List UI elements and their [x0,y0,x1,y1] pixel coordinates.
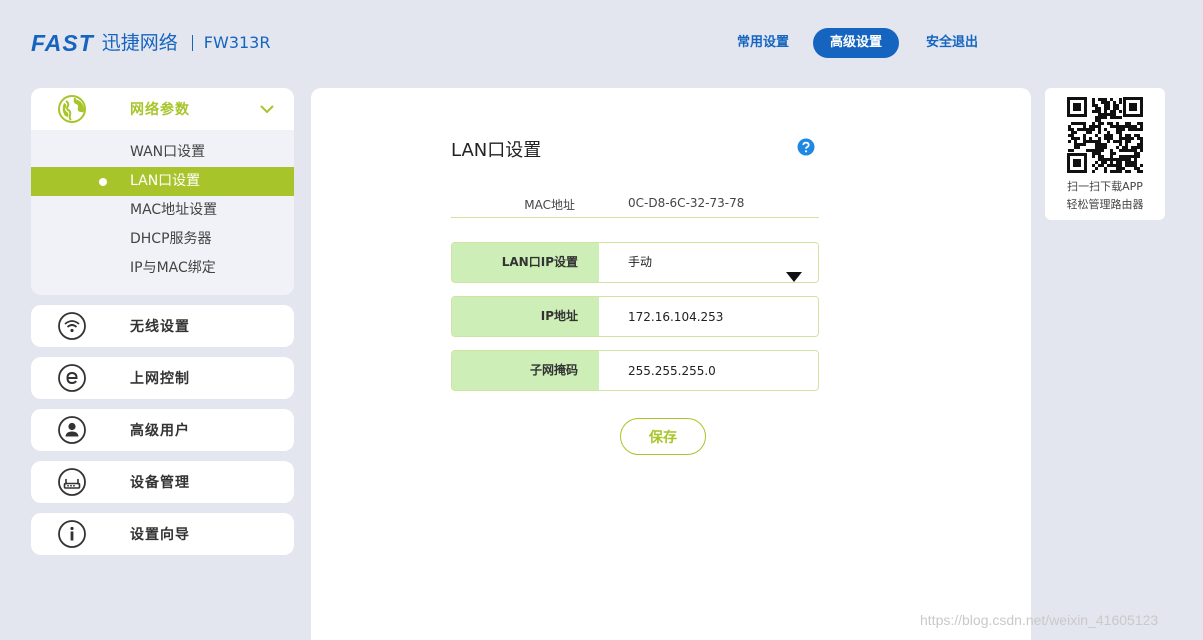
menu-wireless[interactable]: 无线设置 [31,305,294,347]
menu-device-management-label: 设备管理 [130,475,190,491]
subnet-mask-input[interactable] [628,351,808,390]
lan-ip-mode-select[interactable]: 手动 [599,243,818,282]
globe-icon [57,94,87,124]
subnet-mask-label: 子网掩码 [452,351,599,390]
lan-ip-mode-row: LAN口IP设置 手动 [451,242,819,283]
help-icon[interactable] [797,138,815,156]
nav-logout[interactable]: 安全退出 [909,28,995,58]
menu-setup-wizard-label: 设置向导 [130,527,190,543]
submenu-ip-mac-binding[interactable]: IP与MAC绑定 [31,254,294,283]
subnet-mask-cell [599,351,818,390]
ip-address-label: IP地址 [452,297,599,336]
menu-advanced-user-label: 高级用户 [130,423,190,439]
network-submenu: WAN口设置 LAN口设置 MAC地址设置 DHCP服务器 IP与MAC绑定 [31,130,294,295]
submenu-dhcp-server[interactable]: DHCP服务器 [31,225,294,254]
menu-network-params-header[interactable]: 网络参数 [31,88,294,130]
router-icon [57,467,87,497]
menu-network-params-label: 网络参数 [130,102,190,118]
save-button[interactable]: 保存 [620,418,706,455]
submenu-lan-settings[interactable]: LAN口设置 [31,167,294,196]
ip-address-input[interactable] [628,297,808,336]
qr-caption-line1: 扫一扫下载APP [1067,180,1143,193]
main-panel: LAN口设置 MAC地址 0C-D8-6C-32-73-78 LAN口IP设置 … [311,88,1031,640]
menu-advanced-user[interactable]: 高级用户 [31,409,294,451]
menu-internet-control-label: 上网控制 [130,371,190,387]
chevron-down-icon [260,101,274,115]
nav-common-settings[interactable]: 常用设置 [720,28,806,58]
nav-advanced-settings[interactable]: 高级设置 [813,28,900,58]
ip-address-cell [599,297,818,336]
menu-device-management[interactable]: 设备管理 [31,461,294,503]
logo-chinese-name: 迅捷网络 [101,32,178,54]
router-model: FW313R [203,33,271,52]
menu-wireless-header[interactable]: 无线设置 [31,305,294,347]
sidebar: 网络参数 WAN口设置 LAN口设置 MAC地址设置 DHCP服务器 IP与MA… [31,88,294,565]
mac-address-label: MAC地址 [524,198,575,212]
watermark: https://blog.csdn.net/weixin_41605123 [920,612,1159,628]
ip-address-row: IP地址 [451,296,819,337]
subnet-mask-row: 子网掩码 [451,350,819,391]
page-title: LAN口设置 [451,140,542,161]
info-icon [57,519,87,549]
submenu-wan-settings[interactable]: WAN口设置 [31,138,294,167]
qr-caption-line2: 轻松管理路由器 [1066,198,1144,211]
menu-internet-control-header[interactable]: 上网控制 [31,357,294,399]
menu-network-params: 网络参数 WAN口设置 LAN口设置 MAC地址设置 DHCP服务器 IP与MA… [31,88,294,295]
top-navigation: 常用设置 高级设置 安全退出 [720,28,1002,58]
browser-e-icon [57,363,87,393]
menu-advanced-user-header[interactable]: 高级用户 [31,409,294,451]
mac-address-value: 0C-D8-6C-32-73-78 [628,196,745,210]
logo-fast-text: FAST [31,30,94,56]
wifi-icon [57,311,87,341]
logo-divider [191,35,193,51]
menu-device-management-header[interactable]: 设备管理 [31,461,294,503]
menu-internet-control[interactable]: 上网控制 [31,357,294,399]
user-icon [57,415,87,445]
lan-ip-mode-label: LAN口IP设置 [452,243,599,282]
mac-address-row: MAC地址 0C-D8-6C-32-73-78 [451,188,819,218]
brand-logo: FAST 迅捷网络 FW313R [31,31,270,55]
qr-code-icon [1067,97,1143,173]
app-qr-box: 扫一扫下载APP 轻松管理路由器 [1045,88,1165,220]
menu-setup-wizard-header[interactable]: 设置向导 [31,513,294,555]
dropdown-arrow-icon[interactable] [786,259,802,282]
lan-ip-mode-value: 手动 [628,255,653,269]
menu-setup-wizard[interactable]: 设置向导 [31,513,294,555]
menu-wireless-label: 无线设置 [130,319,190,335]
submenu-mac-settings[interactable]: MAC地址设置 [31,196,294,225]
